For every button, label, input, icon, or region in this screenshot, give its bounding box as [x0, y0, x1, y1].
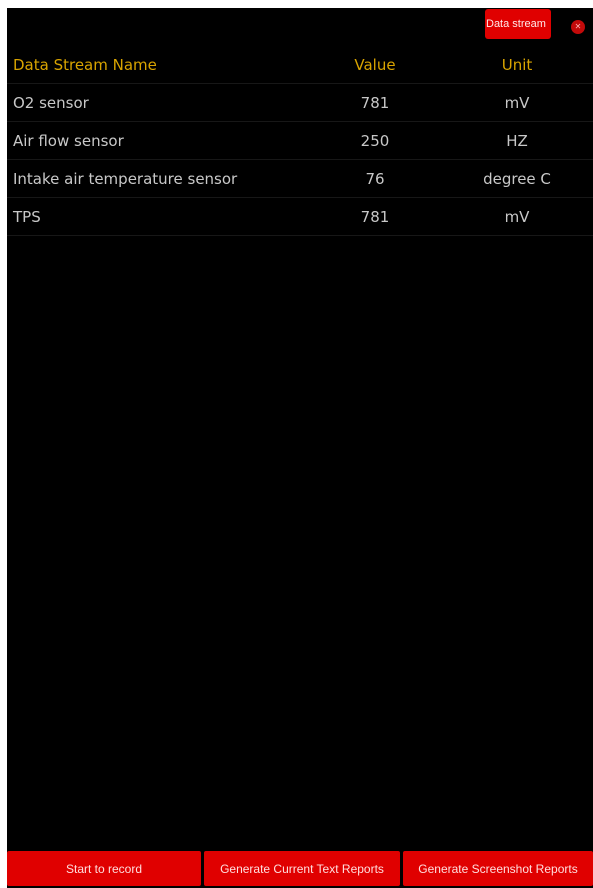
stream-name: Air flow sensor	[13, 131, 124, 150]
generate-text-report-button[interactable]: Generate Current Text Reports	[204, 851, 400, 886]
data-stream-screen: Data stream ✕ Data Stream Name Value Uni…	[7, 8, 593, 888]
stream-name: O2 sensor	[13, 93, 89, 112]
stream-value: 76	[365, 169, 385, 188]
stream-value: 781	[360, 207, 390, 226]
stream-unit: degree C	[483, 169, 551, 188]
stream-unit: mV	[504, 93, 530, 112]
close-button[interactable]: ✕	[571, 20, 585, 34]
generate-screenshot-report-button[interactable]: Generate Screenshot Reports	[403, 851, 593, 886]
stream-value: 250	[360, 131, 390, 150]
column-header-name: Data Stream Name	[13, 55, 157, 74]
stream-unit: mV	[504, 207, 530, 226]
bottom-toolbar: Start to record Generate Current Text Re…	[7, 851, 593, 886]
stream-name: TPS	[13, 207, 41, 226]
start-record-button[interactable]: Start to record	[7, 851, 201, 886]
table-row[interactable]: Air flow sensor 250 HZ	[7, 122, 593, 160]
close-icon: ✕	[574, 22, 582, 31]
column-header-unit: Unit	[501, 55, 533, 74]
table-row[interactable]: Intake air temperature sensor 76 degree …	[7, 160, 593, 198]
table-row[interactable]: O2 sensor 781 mV	[7, 84, 593, 122]
data-stream-table: Data Stream Name Value Unit O2 sensor 78…	[7, 46, 593, 236]
stream-name: Intake air temperature sensor	[13, 169, 238, 188]
stream-value: 781	[360, 93, 390, 112]
table-row[interactable]: TPS 781 mV	[7, 198, 593, 236]
stream-unit: HZ	[506, 131, 528, 150]
data-stream-mode-button[interactable]: Data stream	[485, 9, 551, 39]
table-header-row: Data Stream Name Value Unit	[7, 46, 593, 84]
column-header-value: Value	[354, 55, 396, 74]
